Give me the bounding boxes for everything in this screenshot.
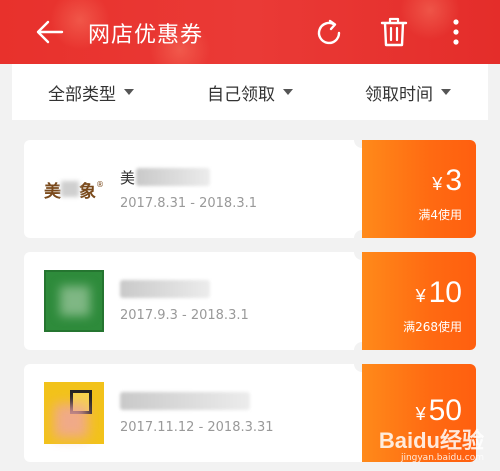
delete-button[interactable] bbox=[380, 15, 408, 49]
more-button[interactable] bbox=[448, 17, 464, 47]
logo-blur bbox=[61, 181, 79, 197]
amount-value: 10 bbox=[428, 276, 462, 309]
logo-text: 象 bbox=[79, 181, 96, 202]
trash-icon bbox=[380, 17, 408, 47]
shop-name-blurred bbox=[120, 280, 210, 298]
filter-label: 领取时间 bbox=[365, 84, 433, 105]
baidu-watermark: Baidu经验 jingyan.baidu.com bbox=[379, 423, 484, 463]
back-button[interactable] bbox=[34, 18, 64, 46]
coupon-amount: ¥10 bbox=[416, 276, 462, 310]
coupon-card[interactable]: 2017.9.3 - 2018.3.1 ¥10 满268使用 bbox=[24, 244, 476, 358]
shop-logo: 美 象 ® bbox=[44, 158, 104, 220]
watermark-main: Baidu经验 bbox=[378, 428, 484, 453]
registered-mark: ® bbox=[96, 180, 104, 189]
caret-down-icon bbox=[124, 89, 134, 95]
filter-bar: 全部类型 自己领取 领取时间 bbox=[12, 64, 488, 120]
coupon-info: 2017.11.12 - 2018.3.31 bbox=[24, 364, 362, 462]
logo-blur bbox=[54, 404, 88, 438]
shop-name-blurred bbox=[120, 392, 250, 410]
coupon-date-range: 2017.9.3 - 2018.3.1 bbox=[120, 308, 249, 323]
more-vertical-icon bbox=[453, 19, 459, 45]
filter-label: 全部类型 bbox=[48, 84, 116, 105]
coupon-date-range: 2017.8.31 - 2018.3.1 bbox=[120, 196, 258, 211]
amount-value: 3 bbox=[445, 164, 462, 197]
refresh-button[interactable] bbox=[313, 17, 345, 49]
filter-label: 自己领取 bbox=[207, 84, 275, 105]
page-title: 网店优惠券 bbox=[88, 23, 204, 48]
coupon-value[interactable]: ¥3 满4使用 bbox=[362, 140, 476, 238]
coupon-date-range: 2017.11.12 - 2018.3.31 bbox=[120, 420, 274, 435]
filter-time-dropdown[interactable]: 领取时间 bbox=[365, 64, 451, 120]
shop-name-blurred bbox=[136, 168, 210, 186]
filter-type-dropdown[interactable]: 全部类型 bbox=[48, 64, 134, 120]
currency-symbol: ¥ bbox=[432, 174, 443, 194]
refresh-icon bbox=[317, 19, 341, 45]
currency-symbol: ¥ bbox=[415, 404, 426, 424]
coupon-condition: 满268使用 bbox=[403, 320, 462, 334]
coupon-info: 2017.9.3 - 2018.3.1 bbox=[24, 252, 362, 350]
coupon-value[interactable]: ¥10 满268使用 bbox=[362, 252, 476, 350]
coupon-info: 美 象 ® 美 2017.8.31 - 2018.3.1 bbox=[24, 140, 362, 238]
caret-down-icon bbox=[441, 89, 451, 95]
shop-name-visible: 美 bbox=[120, 169, 136, 187]
caret-down-icon bbox=[283, 89, 293, 95]
shop-logo bbox=[44, 382, 104, 444]
logo-text: 美 bbox=[44, 181, 61, 202]
logo-blur bbox=[60, 286, 90, 316]
filter-source-dropdown[interactable]: 自己领取 bbox=[207, 64, 293, 120]
shop-logo bbox=[44, 270, 104, 332]
app-header: 网店优惠券 bbox=[0, 0, 500, 64]
back-arrow-icon bbox=[36, 20, 64, 44]
coupon-condition: 满4使用 bbox=[418, 208, 462, 222]
coupon-card[interactable]: 美 象 ® 美 2017.8.31 - 2018.3.1 ¥3 满4使用 bbox=[24, 132, 476, 246]
currency-symbol: ¥ bbox=[415, 286, 426, 306]
coupon-amount: ¥3 bbox=[432, 164, 462, 198]
